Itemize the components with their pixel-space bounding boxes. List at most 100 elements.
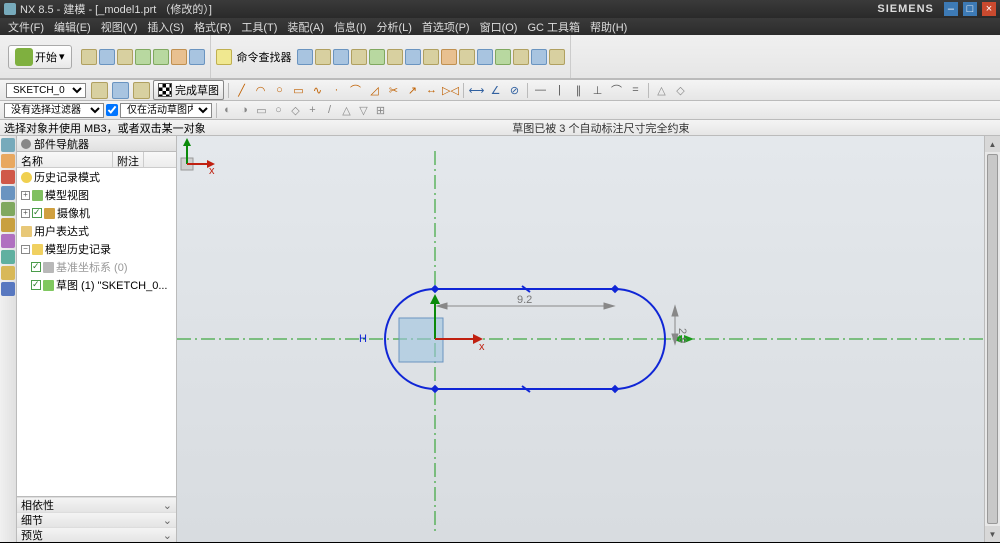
tree-sketch[interactable]: 草图 (1) "SKETCH_0... bbox=[17, 276, 176, 294]
fillet-tool-icon[interactable]: ⌒ bbox=[347, 82, 364, 99]
check-icon[interactable] bbox=[31, 280, 41, 290]
spline-tool-icon[interactable]: ∿ bbox=[309, 82, 326, 99]
tree-camera[interactable]: + 摄像机 bbox=[17, 204, 176, 222]
section-detail[interactable]: 细节⌄ bbox=[17, 512, 176, 527]
command-finder-label[interactable]: 命令查找器 bbox=[233, 49, 296, 65]
cf-tool-9[interactable] bbox=[441, 49, 457, 65]
arc-tool-icon[interactable]: ◠ bbox=[252, 82, 269, 99]
open-icon[interactable] bbox=[99, 49, 115, 65]
tree-history-mode[interactable]: 历史记录模式 bbox=[17, 168, 176, 186]
finish-sketch-button[interactable]: 完成草图 bbox=[153, 80, 224, 100]
line-tool-icon[interactable]: ╱ bbox=[233, 82, 250, 99]
undo-icon[interactable] bbox=[135, 49, 151, 65]
sel-tool-4[interactable]: ○ bbox=[270, 102, 287, 119]
dim-tool-icon[interactable]: ⟷ bbox=[468, 82, 485, 99]
circle-tool-icon[interactable]: ○ bbox=[271, 82, 288, 99]
mirror-tool-icon[interactable]: ▷◁ bbox=[442, 82, 459, 99]
perp-constr-icon[interactable]: ⊥ bbox=[589, 82, 606, 99]
save-icon[interactable] bbox=[117, 49, 133, 65]
menu-file[interactable]: 文件(F) bbox=[4, 19, 48, 35]
equal-constr-icon[interactable]: = bbox=[627, 82, 644, 99]
scroll-down-icon[interactable]: ▼ bbox=[985, 526, 1000, 542]
check-icon[interactable] bbox=[32, 208, 42, 218]
trim-tool-icon[interactable]: ✂ bbox=[385, 82, 402, 99]
filter-checkbox[interactable] bbox=[106, 104, 118, 116]
reuse-library-tab-icon[interactable] bbox=[1, 186, 15, 200]
section-dependency[interactable]: 相依性⌄ bbox=[17, 497, 176, 512]
cf-tool-7[interactable] bbox=[405, 49, 421, 65]
menu-info[interactable]: 信息(I) bbox=[330, 19, 370, 35]
menu-gctoolbox[interactable]: GC 工具箱 bbox=[523, 19, 584, 35]
col-note[interactable]: 附注 bbox=[113, 152, 144, 167]
expand-icon[interactable]: + bbox=[21, 191, 30, 200]
sel-tool-5[interactable]: ◇ bbox=[287, 102, 304, 119]
collapse-icon[interactable]: − bbox=[21, 245, 30, 254]
menu-tools[interactable]: 工具(T) bbox=[237, 19, 281, 35]
sel-tool-1[interactable]: ◐ bbox=[219, 102, 236, 119]
reattach-icon[interactable] bbox=[112, 82, 129, 99]
update-icon[interactable] bbox=[133, 82, 150, 99]
menu-help[interactable]: 帮助(H) bbox=[586, 19, 631, 35]
tree-model-history[interactable]: − 模型历史记录 bbox=[17, 240, 176, 258]
vert-constr-icon[interactable]: | bbox=[551, 82, 568, 99]
scroll-thumb[interactable] bbox=[987, 154, 998, 524]
menu-edit[interactable]: 编辑(E) bbox=[50, 19, 95, 35]
copy-icon[interactable] bbox=[189, 49, 205, 65]
expand-icon[interactable]: + bbox=[21, 209, 30, 218]
cf-tool-4[interactable] bbox=[351, 49, 367, 65]
new-icon[interactable] bbox=[81, 49, 97, 65]
cf-tool-10[interactable] bbox=[459, 49, 475, 65]
cf-tool-13[interactable] bbox=[513, 49, 529, 65]
assembly-navigator-tab-icon[interactable] bbox=[1, 154, 15, 168]
chamfer-tool-icon[interactable]: ◿ bbox=[366, 82, 383, 99]
part-navigator-tab-icon[interactable] bbox=[1, 138, 15, 152]
cf-tool-3[interactable] bbox=[333, 49, 349, 65]
orient-view-icon[interactable] bbox=[91, 82, 108, 99]
constraint-navigator-tab-icon[interactable] bbox=[1, 170, 15, 184]
radial-dim-icon[interactable]: ⊘ bbox=[506, 82, 523, 99]
browser-tab-icon[interactable] bbox=[1, 218, 15, 232]
auto-constr-icon[interactable]: ◇ bbox=[672, 82, 689, 99]
extend-tool-icon[interactable]: ↗ bbox=[404, 82, 421, 99]
tree-model-view[interactable]: + 模型视图 bbox=[17, 186, 176, 204]
cf-tool-14[interactable] bbox=[531, 49, 547, 65]
show-constr-icon[interactable]: △ bbox=[653, 82, 670, 99]
cf-tool-8[interactable] bbox=[423, 49, 439, 65]
system-tab-icon[interactable] bbox=[1, 266, 15, 280]
hd3d-tab-icon[interactable] bbox=[1, 202, 15, 216]
help-tab-icon[interactable] bbox=[1, 282, 15, 296]
menu-assembly[interactable]: 装配(A) bbox=[283, 19, 328, 35]
scroll-up-icon[interactable]: ▲ bbox=[985, 136, 1000, 152]
menu-preferences[interactable]: 首选项(P) bbox=[418, 19, 474, 35]
sel-tool-7[interactable]: / bbox=[321, 102, 338, 119]
start-button[interactable]: 开始 ▾ bbox=[8, 45, 72, 69]
close-button[interactable]: × bbox=[982, 2, 996, 16]
parallel-constr-icon[interactable]: ∥ bbox=[570, 82, 587, 99]
vertical-scrollbar[interactable]: ▲ ▼ bbox=[984, 136, 1000, 542]
graphics-canvas[interactable]: H x 9.2 bbox=[177, 136, 1000, 542]
menu-analysis[interactable]: 分析(L) bbox=[372, 19, 415, 35]
dim-right-value[interactable]: 2.9 bbox=[676, 328, 688, 343]
cf-tool-15[interactable] bbox=[549, 49, 565, 65]
sketch-name-combo[interactable]: SKETCH_0 bbox=[4, 82, 88, 99]
maximize-button[interactable]: □ bbox=[963, 2, 977, 16]
gear-icon[interactable] bbox=[21, 139, 31, 149]
sel-tool-3[interactable]: ▭ bbox=[253, 102, 270, 119]
col-name[interactable]: 名称 bbox=[17, 152, 113, 167]
redo-icon[interactable] bbox=[153, 49, 169, 65]
cf-tool-11[interactable] bbox=[477, 49, 493, 65]
menu-window[interactable]: 窗口(O) bbox=[476, 19, 522, 35]
scope-combo[interactable]: 仅在活动草图内 bbox=[120, 103, 212, 118]
point-tool-icon[interactable]: · bbox=[328, 82, 345, 99]
horiz-constr-icon[interactable]: — bbox=[532, 82, 549, 99]
menu-view[interactable]: 视图(V) bbox=[97, 19, 142, 35]
sel-tool-6[interactable]: + bbox=[304, 102, 321, 119]
cf-tool-5[interactable] bbox=[369, 49, 385, 65]
minimize-button[interactable]: – bbox=[944, 2, 958, 16]
menu-insert[interactable]: 插入(S) bbox=[143, 19, 188, 35]
sketch-select[interactable]: SKETCH_0 bbox=[6, 83, 86, 98]
cut-icon[interactable] bbox=[171, 49, 187, 65]
tangent-constr-icon[interactable]: ⌒ bbox=[608, 82, 625, 99]
offset-tool-icon[interactable]: ↔ bbox=[423, 82, 440, 99]
cf-tool-6[interactable] bbox=[387, 49, 403, 65]
